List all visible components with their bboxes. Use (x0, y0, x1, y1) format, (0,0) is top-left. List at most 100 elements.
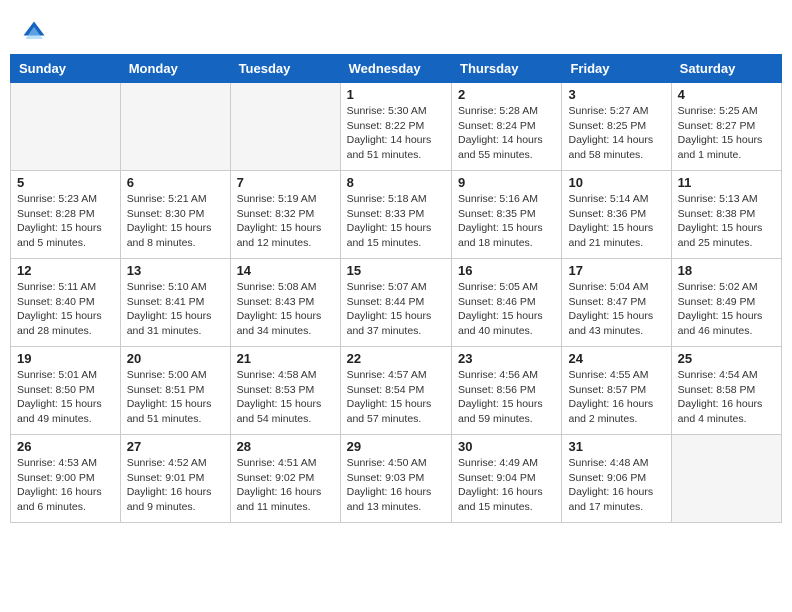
day-info: Sunrise: 5:04 AMSunset: 8:47 PMDaylight:… (568, 280, 664, 339)
calendar-cell: 22 Sunrise: 4:57 AMSunset: 8:54 PMDayligh… (340, 347, 451, 435)
day-number: 23 (458, 351, 555, 366)
calendar-cell: 17 Sunrise: 5:04 AMSunset: 8:47 PMDayligh… (562, 259, 671, 347)
day-number: 20 (127, 351, 224, 366)
day-number: 7 (237, 175, 334, 190)
day-info: Sunrise: 5:21 AMSunset: 8:30 PMDaylight:… (127, 192, 224, 251)
day-number: 17 (568, 263, 664, 278)
week-row-3: 12 Sunrise: 5:11 AMSunset: 8:40 PMDayligh… (11, 259, 782, 347)
day-info: Sunrise: 4:50 AMSunset: 9:03 PMDaylight:… (347, 456, 445, 515)
day-info: Sunrise: 5:28 AMSunset: 8:24 PMDaylight:… (458, 104, 555, 163)
calendar-cell: 20 Sunrise: 5:00 AMSunset: 8:51 PMDayligh… (120, 347, 230, 435)
day-info: Sunrise: 5:01 AMSunset: 8:50 PMDaylight:… (17, 368, 114, 427)
day-info: Sunrise: 4:58 AMSunset: 8:53 PMDaylight:… (237, 368, 334, 427)
day-info: Sunrise: 5:10 AMSunset: 8:41 PMDaylight:… (127, 280, 224, 339)
weekday-header-sunday: Sunday (11, 55, 121, 83)
calendar-cell: 8 Sunrise: 5:18 AMSunset: 8:33 PMDaylight… (340, 171, 451, 259)
day-number: 9 (458, 175, 555, 190)
day-info: Sunrise: 5:19 AMSunset: 8:32 PMDaylight:… (237, 192, 334, 251)
calendar-cell: 28 Sunrise: 4:51 AMSunset: 9:02 PMDayligh… (230, 435, 340, 523)
weekday-header-friday: Friday (562, 55, 671, 83)
calendar-cell: 12 Sunrise: 5:11 AMSunset: 8:40 PMDayligh… (11, 259, 121, 347)
day-info: Sunrise: 4:56 AMSunset: 8:56 PMDaylight:… (458, 368, 555, 427)
calendar-cell: 27 Sunrise: 4:52 AMSunset: 9:01 PMDayligh… (120, 435, 230, 523)
day-number: 31 (568, 439, 664, 454)
week-row-1: 1 Sunrise: 5:30 AMSunset: 8:22 PMDaylight… (11, 83, 782, 171)
day-number: 19 (17, 351, 114, 366)
day-info: Sunrise: 5:05 AMSunset: 8:46 PMDaylight:… (458, 280, 555, 339)
day-number: 8 (347, 175, 445, 190)
calendar-cell: 25Sunrise: 4:54 AMSunset: 8:58 PMDayligh… (671, 347, 781, 435)
calendar-cell: 26 Sunrise: 4:53 AMSunset: 9:00 PMDayligh… (11, 435, 121, 523)
day-info: Sunrise: 4:53 AMSunset: 9:00 PMDaylight:… (17, 456, 114, 515)
calendar-cell (120, 83, 230, 171)
day-number: 29 (347, 439, 445, 454)
calendar-cell: 3Sunrise: 5:27 AMSunset: 8:25 PMDaylight… (562, 83, 671, 171)
week-row-2: 5 Sunrise: 5:23 AMSunset: 8:28 PMDaylight… (11, 171, 782, 259)
weekday-header-thursday: Thursday (452, 55, 562, 83)
day-number: 27 (127, 439, 224, 454)
day-number: 24 (568, 351, 664, 366)
day-info: Sunrise: 5:30 AMSunset: 8:22 PMDaylight:… (347, 104, 445, 163)
day-info: Sunrise: 4:52 AMSunset: 9:01 PMDaylight:… (127, 456, 224, 515)
day-info: Sunrise: 4:55 AMSunset: 8:57 PMDaylight:… (568, 368, 664, 427)
calendar-cell: 7 Sunrise: 5:19 AMSunset: 8:32 PMDaylight… (230, 171, 340, 259)
weekday-header-saturday: Saturday (671, 55, 781, 83)
day-number: 2 (458, 87, 555, 102)
day-number: 1 (347, 87, 445, 102)
weekday-header-monday: Monday (120, 55, 230, 83)
calendar-cell (230, 83, 340, 171)
day-info: Sunrise: 5:02 AMSunset: 8:49 PMDaylight:… (678, 280, 775, 339)
day-info: Sunrise: 5:07 AMSunset: 8:44 PMDaylight:… (347, 280, 445, 339)
day-info: Sunrise: 4:54 AMSunset: 8:58 PMDaylight:… (678, 368, 775, 427)
day-number: 18 (678, 263, 775, 278)
day-info: Sunrise: 5:25 AMSunset: 8:27 PMDaylight:… (678, 104, 775, 163)
day-number: 16 (458, 263, 555, 278)
day-number: 3 (568, 87, 664, 102)
logo (20, 18, 52, 46)
day-number: 13 (127, 263, 224, 278)
day-number: 15 (347, 263, 445, 278)
day-number: 5 (17, 175, 114, 190)
day-info: Sunrise: 5:23 AMSunset: 8:28 PMDaylight:… (17, 192, 114, 251)
calendar-table: SundayMondayTuesdayWednesdayThursdayFrid… (10, 54, 782, 523)
day-info: Sunrise: 4:51 AMSunset: 9:02 PMDaylight:… (237, 456, 334, 515)
day-number: 21 (237, 351, 334, 366)
day-number: 12 (17, 263, 114, 278)
day-number: 4 (678, 87, 775, 102)
day-info: Sunrise: 5:00 AMSunset: 8:51 PMDaylight:… (127, 368, 224, 427)
day-info: Sunrise: 5:08 AMSunset: 8:43 PMDaylight:… (237, 280, 334, 339)
day-info: Sunrise: 5:11 AMSunset: 8:40 PMDaylight:… (17, 280, 114, 339)
calendar-cell: 10Sunrise: 5:14 AMSunset: 8:36 PMDayligh… (562, 171, 671, 259)
day-number: 28 (237, 439, 334, 454)
calendar-cell: 11 Sunrise: 5:13 AMSunset: 8:38 PMDayligh… (671, 171, 781, 259)
calendar-cell: 2 Sunrise: 5:28 AMSunset: 8:24 PMDaylight… (452, 83, 562, 171)
day-info: Sunrise: 5:16 AMSunset: 8:35 PMDaylight:… (458, 192, 555, 251)
day-number: 11 (678, 175, 775, 190)
calendar-cell: 21 Sunrise: 4:58 AMSunset: 8:53 PMDayligh… (230, 347, 340, 435)
calendar-cell: 9 Sunrise: 5:16 AMSunset: 8:35 PMDaylight… (452, 171, 562, 259)
day-number: 26 (17, 439, 114, 454)
day-info: Sunrise: 4:57 AMSunset: 8:54 PMDaylight:… (347, 368, 445, 427)
weekday-header-tuesday: Tuesday (230, 55, 340, 83)
day-info: Sunrise: 5:18 AMSunset: 8:33 PMDaylight:… (347, 192, 445, 251)
calendar-cell: 1 Sunrise: 5:30 AMSunset: 8:22 PMDaylight… (340, 83, 451, 171)
page-header (10, 10, 782, 50)
logo-icon (20, 18, 48, 46)
calendar-cell: 31 Sunrise: 4:48 AMSunset: 9:06 PMDayligh… (562, 435, 671, 523)
calendar-cell: 30Sunrise: 4:49 AMSunset: 9:04 PMDayligh… (452, 435, 562, 523)
weekday-header-row: SundayMondayTuesdayWednesdayThursdayFrid… (11, 55, 782, 83)
week-row-5: 26 Sunrise: 4:53 AMSunset: 9:00 PMDayligh… (11, 435, 782, 523)
calendar-cell: 4 Sunrise: 5:25 AMSunset: 8:27 PMDaylight… (671, 83, 781, 171)
day-number: 6 (127, 175, 224, 190)
calendar-cell: 13 Sunrise: 5:10 AMSunset: 8:41 PMDayligh… (120, 259, 230, 347)
calendar-cell (671, 435, 781, 523)
week-row-4: 19 Sunrise: 5:01 AMSunset: 8:50 PMDayligh… (11, 347, 782, 435)
calendar-cell: 18 Sunrise: 5:02 AMSunset: 8:49 PMDayligh… (671, 259, 781, 347)
day-info: Sunrise: 4:48 AMSunset: 9:06 PMDaylight:… (568, 456, 664, 515)
weekday-header-wednesday: Wednesday (340, 55, 451, 83)
day-number: 14 (237, 263, 334, 278)
day-info: Sunrise: 5:13 AMSunset: 8:38 PMDaylight:… (678, 192, 775, 251)
calendar-cell: 19 Sunrise: 5:01 AMSunset: 8:50 PMDayligh… (11, 347, 121, 435)
day-number: 22 (347, 351, 445, 366)
calendar-cell: 14 Sunrise: 5:08 AMSunset: 8:43 PMDayligh… (230, 259, 340, 347)
